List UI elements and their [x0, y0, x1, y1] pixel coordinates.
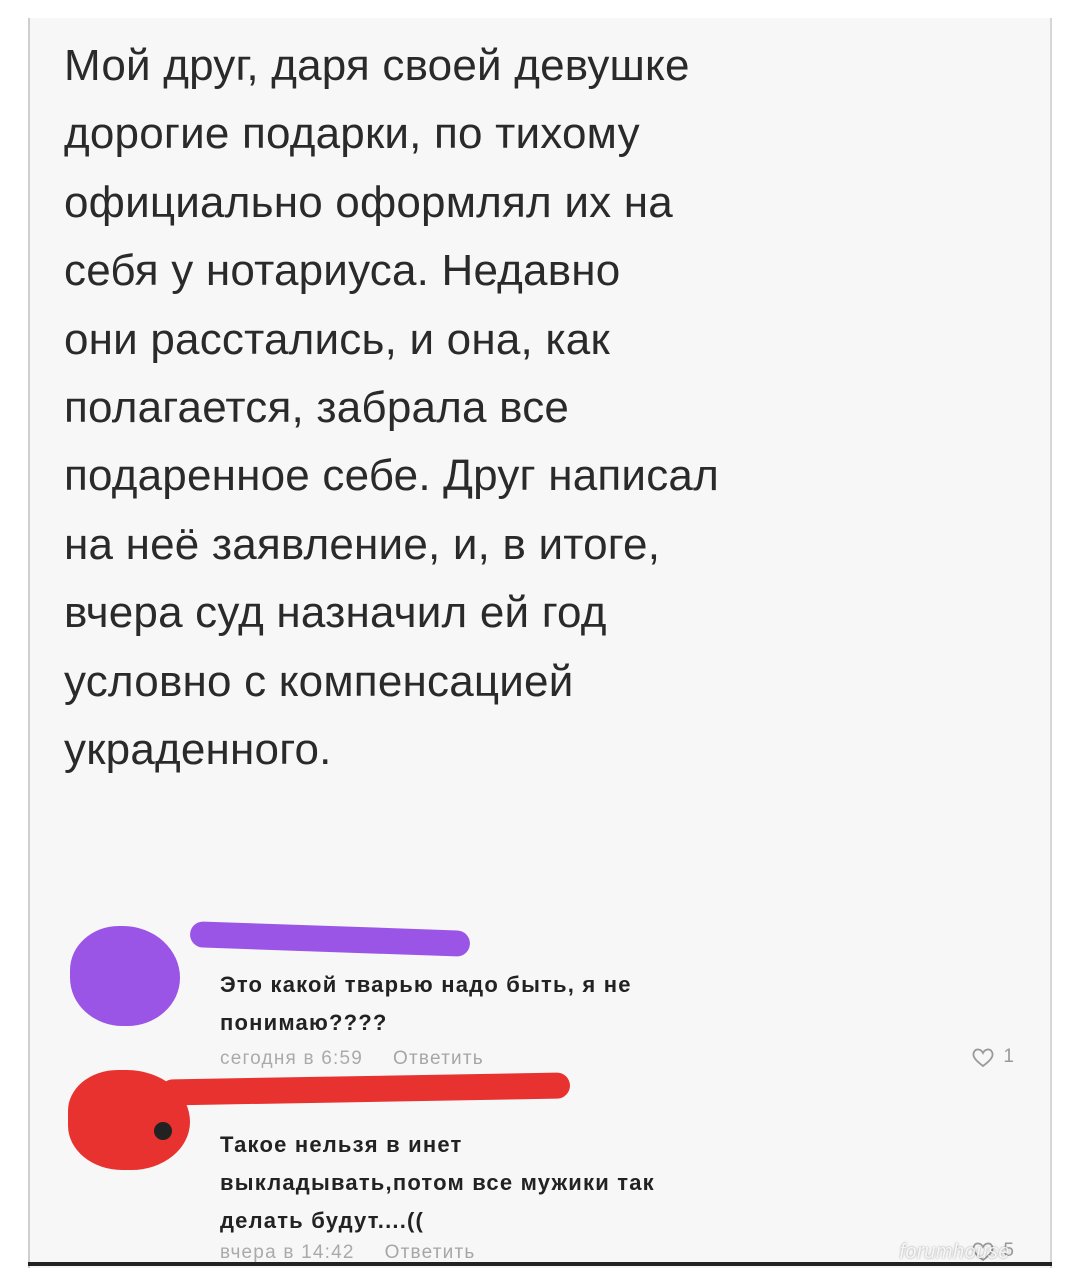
bottom-bar [28, 1262, 1052, 1266]
redacted-username [159, 1072, 571, 1106]
post-line: официально оформлял их на [64, 177, 673, 227]
comment-line: Такое нельзя в инет [220, 1132, 463, 1157]
post-line: Мой друг, даря своей девушке [64, 41, 690, 90]
comment-line: Это какой тварью надо быть, я не [220, 972, 632, 997]
comment-time: вчера в 14:42 [220, 1242, 355, 1263]
comment-line: делать будут....(( [220, 1208, 425, 1233]
post-line: подаренное себе. Друг написал [64, 451, 719, 501]
post-line: себя у нотариуса. Недавно [64, 246, 621, 296]
screenshot-frame: Мой друг, даря своей девушке дорогие под… [28, 18, 1052, 1268]
comment-line: выкладывать,потом все мужики так [220, 1170, 655, 1195]
post-line: вчера суд назначил ей год [64, 588, 607, 638]
avatar[interactable] [70, 926, 180, 1026]
post-line: условно с компенсацией [64, 656, 574, 706]
post-line: полагается, забрала все [64, 383, 570, 433]
post-line: украденного. [64, 725, 332, 775]
post-line: на неё заявление, и, в итоге, [64, 519, 661, 569]
comment-meta: вчера в 14:42 Ответить [220, 1242, 475, 1264]
reply-button[interactable]: Ответить [393, 1048, 484, 1070]
like-count: 1 [1003, 1046, 1014, 1067]
redacted-username [189, 921, 471, 957]
comment-text: Такое нельзя в инет выкладывать,потом вс… [220, 1126, 655, 1240]
comment-time: сегодня в 6:59 [220, 1048, 364, 1069]
comment-text: Это какой тварью надо быть, я не понимаю… [220, 966, 632, 1042]
comment-meta: сегодня в 6:59 Ответить [220, 1048, 484, 1070]
watermark: forumhouse [899, 1241, 1010, 1263]
heart-icon [971, 1046, 995, 1068]
post-line: дорогие подарки, по тихому [64, 109, 640, 159]
comment-line: понимаю???? [220, 1010, 388, 1035]
like-button[interactable]: 1 [971, 1046, 1014, 1068]
reply-button[interactable]: Ответить [385, 1242, 476, 1264]
post-text: Мой друг, даря своей девушке дорогие под… [64, 32, 1024, 784]
post-line: они расстались, и она, как [64, 314, 610, 364]
